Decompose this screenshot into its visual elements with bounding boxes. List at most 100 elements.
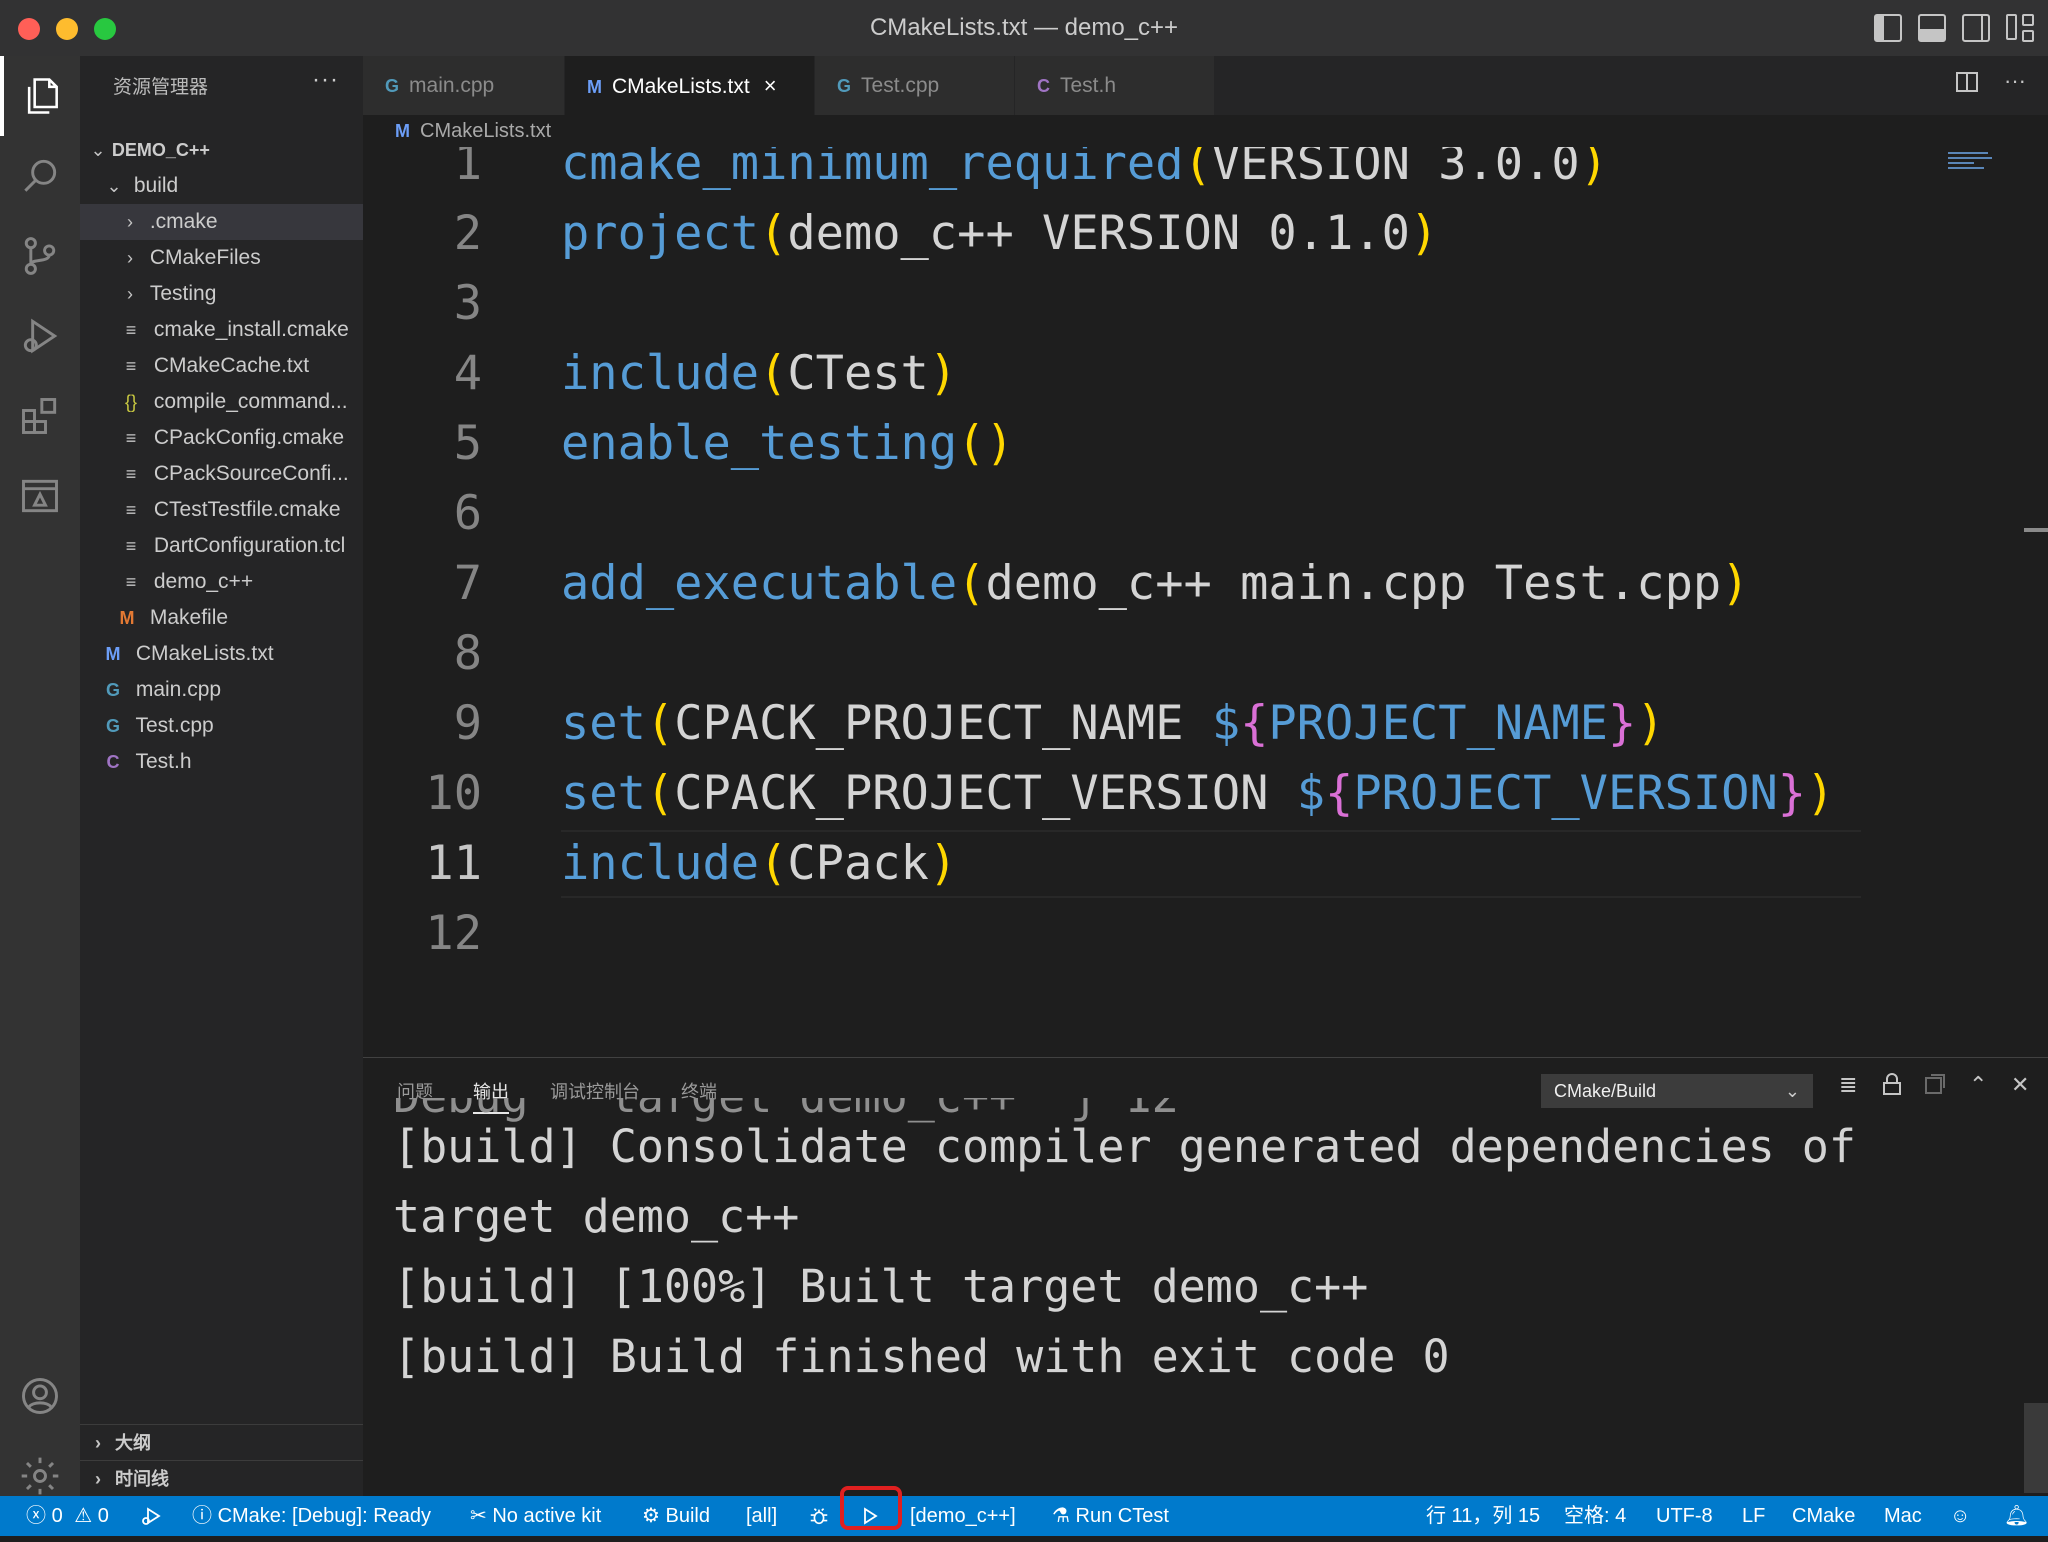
code-line[interactable]: 12 (363, 899, 1963, 969)
tree-item-file[interactable]: M CMakeLists.txt (80, 636, 363, 672)
tab-test-h[interactable]: C Test.h (1015, 56, 1215, 115)
clear-output-icon[interactable]: ≣ (1839, 1072, 1857, 1098)
tree-item-file[interactable]: ≡ CPackConfig.cmake (80, 420, 363, 456)
code-line[interactable]: 4 include(CTest) (363, 339, 1963, 409)
outline-section[interactable]: › 大纲 (80, 1424, 363, 1461)
tab-cmakelists[interactable]: M CMakeLists.txt × (565, 56, 815, 115)
code-line[interactable]: 8 (363, 619, 1963, 689)
code-token: cmake_minimum_required (561, 147, 1184, 191)
run-ctest-button[interactable]: ⚗ Run CTest (1052, 1496, 1169, 1536)
tree-item-label: CMakeLists.txt (135, 642, 274, 665)
more-actions-icon[interactable]: ··· (2004, 70, 2026, 92)
more-actions-button[interactable]: ··· (312, 66, 339, 94)
close-panel-icon[interactable]: ✕ (2011, 1072, 2029, 1098)
code-line[interactable]: 5 enable_testing() (363, 409, 1963, 479)
problems-status[interactable]: ⓧ 0 ⚠ 0 (26, 1496, 109, 1536)
tree-item-label: Test.cpp (135, 714, 214, 737)
code-text: add_executable(demo_c++ main.cpp Test.cp… (561, 549, 1749, 619)
code-editor[interactable]: 1 cmake_minimum_required ( VERSION 3.0.0) 2 p… (363, 147, 2048, 1057)
code-token: add_executable (561, 556, 958, 611)
search-icon[interactable] (0, 136, 80, 216)
code-line[interactable]: 3 (363, 269, 1963, 339)
error-count: 0 (51, 1505, 63, 1527)
minimap[interactable] (1948, 152, 1998, 174)
cursor-position[interactable]: 行 11，列 15 (1426, 1496, 1540, 1536)
code-token: ( (645, 696, 675, 751)
live-share-icon[interactable] (140, 1496, 164, 1536)
code-line[interactable]: 10 set(CPACK_PROJECT_VERSION ${PROJECT_VE… (363, 759, 1963, 829)
notifications-icon[interactable]: 🔔︎ (2004, 1496, 2029, 1536)
cpp-file-icon: G (105, 680, 120, 700)
tree-item-testing[interactable]: › Testing (80, 276, 363, 312)
code-line[interactable]: 2 project(demo_c++ VERSION 0.1.0) (363, 199, 1963, 269)
tree-item-file[interactable]: ≡ DartConfiguration.tcl (80, 528, 363, 564)
code-token: VERSION 3.0.0 (1211, 147, 1580, 191)
output-scrollbar[interactable] (2024, 1403, 2048, 1493)
cmake-kit-select[interactable]: ✂ No active kit (470, 1496, 601, 1536)
tree-item-label: Makefile (149, 606, 229, 629)
accounts-icon[interactable] (0, 1356, 80, 1436)
code-line[interactable]: 6 (363, 479, 1963, 549)
output-view[interactable]: Debug target demo_c++ j 12 [build] Conso… (393, 1098, 2033, 1488)
code-token: CPACK_PROJECT_VERSION (674, 766, 1297, 821)
code-line[interactable]: 1 cmake_minimum_required(VERSION 3.0.0) (363, 147, 1963, 199)
cmake-file-icon: M (587, 77, 602, 97)
close-tab-icon[interactable]: × (764, 73, 777, 98)
feedback-icon[interactable]: ☺ (1950, 1496, 1970, 1536)
end-of-line[interactable]: LF (1742, 1496, 1765, 1536)
tree-item-cmake-folder[interactable]: › .cmake (80, 204, 363, 240)
outline-label: 大纲 (115, 1433, 152, 1453)
tree-item-file[interactable]: C Test.h (80, 744, 363, 780)
tree-item-build[interactable]: ⌄ build (80, 168, 363, 204)
tree-item-file[interactable]: ≡ demo_c++ (80, 564, 363, 600)
tree-item-cmakefiles[interactable]: › CMakeFiles (80, 240, 363, 276)
line-number: 4 (453, 346, 482, 401)
current-line-highlight (561, 830, 1861, 898)
maximize-panel-icon[interactable]: ⌃ (1969, 1072, 1987, 1098)
encoding[interactable]: UTF-8 (1656, 1496, 1713, 1536)
cmake-icon[interactable] (0, 456, 80, 536)
code-token: PROJECT_VERSION (1353, 766, 1778, 821)
tab-test-cpp[interactable]: G Test.cpp (815, 56, 1015, 115)
language-mode[interactable]: CMake (1792, 1496, 1855, 1536)
toggle-secondary-sidebar-icon[interactable] (1962, 14, 1990, 42)
tree-item-file[interactable]: G main.cpp (80, 672, 363, 708)
code-token: ) (1409, 206, 1439, 261)
tree-item-file[interactable]: G Test.cpp (80, 708, 363, 744)
cmake-status[interactable]: ⓘ CMake: [Debug]: Ready (192, 1496, 431, 1536)
output-line: [build] Consolidate compiler generated d… (393, 1120, 1856, 1173)
tree-item-file[interactable]: ≡ CMakeCache.txt (80, 348, 363, 384)
timeline-section[interactable]: › 时间线 (80, 1460, 363, 1497)
tree-item-file[interactable]: ≡ CTestTestfile.cmake (80, 492, 363, 528)
tree-item-file[interactable]: {} compile_command... (80, 384, 363, 420)
cmake-debug-button[interactable] (808, 1496, 830, 1536)
code-line[interactable]: 9 set(CPACK_PROJECT_NAME ${PROJECT_NAME}) (363, 689, 1963, 759)
toggle-sidebar-icon[interactable] (1874, 14, 1902, 42)
split-editor-icon[interactable] (1956, 72, 1979, 92)
tree-item-file[interactable]: ≡ cmake_install.cmake (80, 312, 363, 348)
chevron-right-icon: › (127, 212, 133, 232)
indentation[interactable]: 空格: 4 (1564, 1496, 1626, 1536)
code-line[interactable]: 7 add_executable(demo_c++ main.cpp Test.c… (363, 549, 1963, 619)
customize-layout-icon[interactable] (2006, 14, 2034, 42)
run-debug-icon[interactable] (0, 296, 80, 376)
build-target-select[interactable]: [all] (746, 1496, 777, 1536)
tree-item-file[interactable]: ≡ CPackSourceConfi... (80, 456, 363, 492)
explorer-sidebar: 资源管理器 ··· ⌄ DEMO_C++ ⌄ build › .cmake › … (80, 56, 363, 1496)
explorer-icon[interactable] (0, 56, 80, 136)
toggle-panel-icon[interactable] (1918, 14, 1946, 42)
tab-main-cpp[interactable]: Gmain.cpp (363, 56, 565, 115)
breadcrumb-item[interactable]: CMakeLists.txt (420, 120, 551, 142)
launch-target-select[interactable]: [demo_c++] (910, 1496, 1016, 1536)
code-token: $ (1296, 766, 1326, 821)
cmake-build-button[interactable]: ⚙ Build (642, 1496, 710, 1536)
line-number: 1 (453, 147, 482, 191)
source-control-icon[interactable] (0, 216, 80, 296)
warning-count: 0 (97, 1505, 109, 1527)
line-number: 6 (453, 486, 482, 541)
platform[interactable]: Mac (1884, 1496, 1922, 1536)
code-token: CPACK_PROJECT_NAME (674, 696, 1212, 751)
tree-root[interactable]: ⌄ DEMO_C++ (80, 132, 363, 168)
tree-item-file[interactable]: M Makefile (80, 600, 363, 636)
extensions-icon[interactable] (0, 376, 80, 456)
